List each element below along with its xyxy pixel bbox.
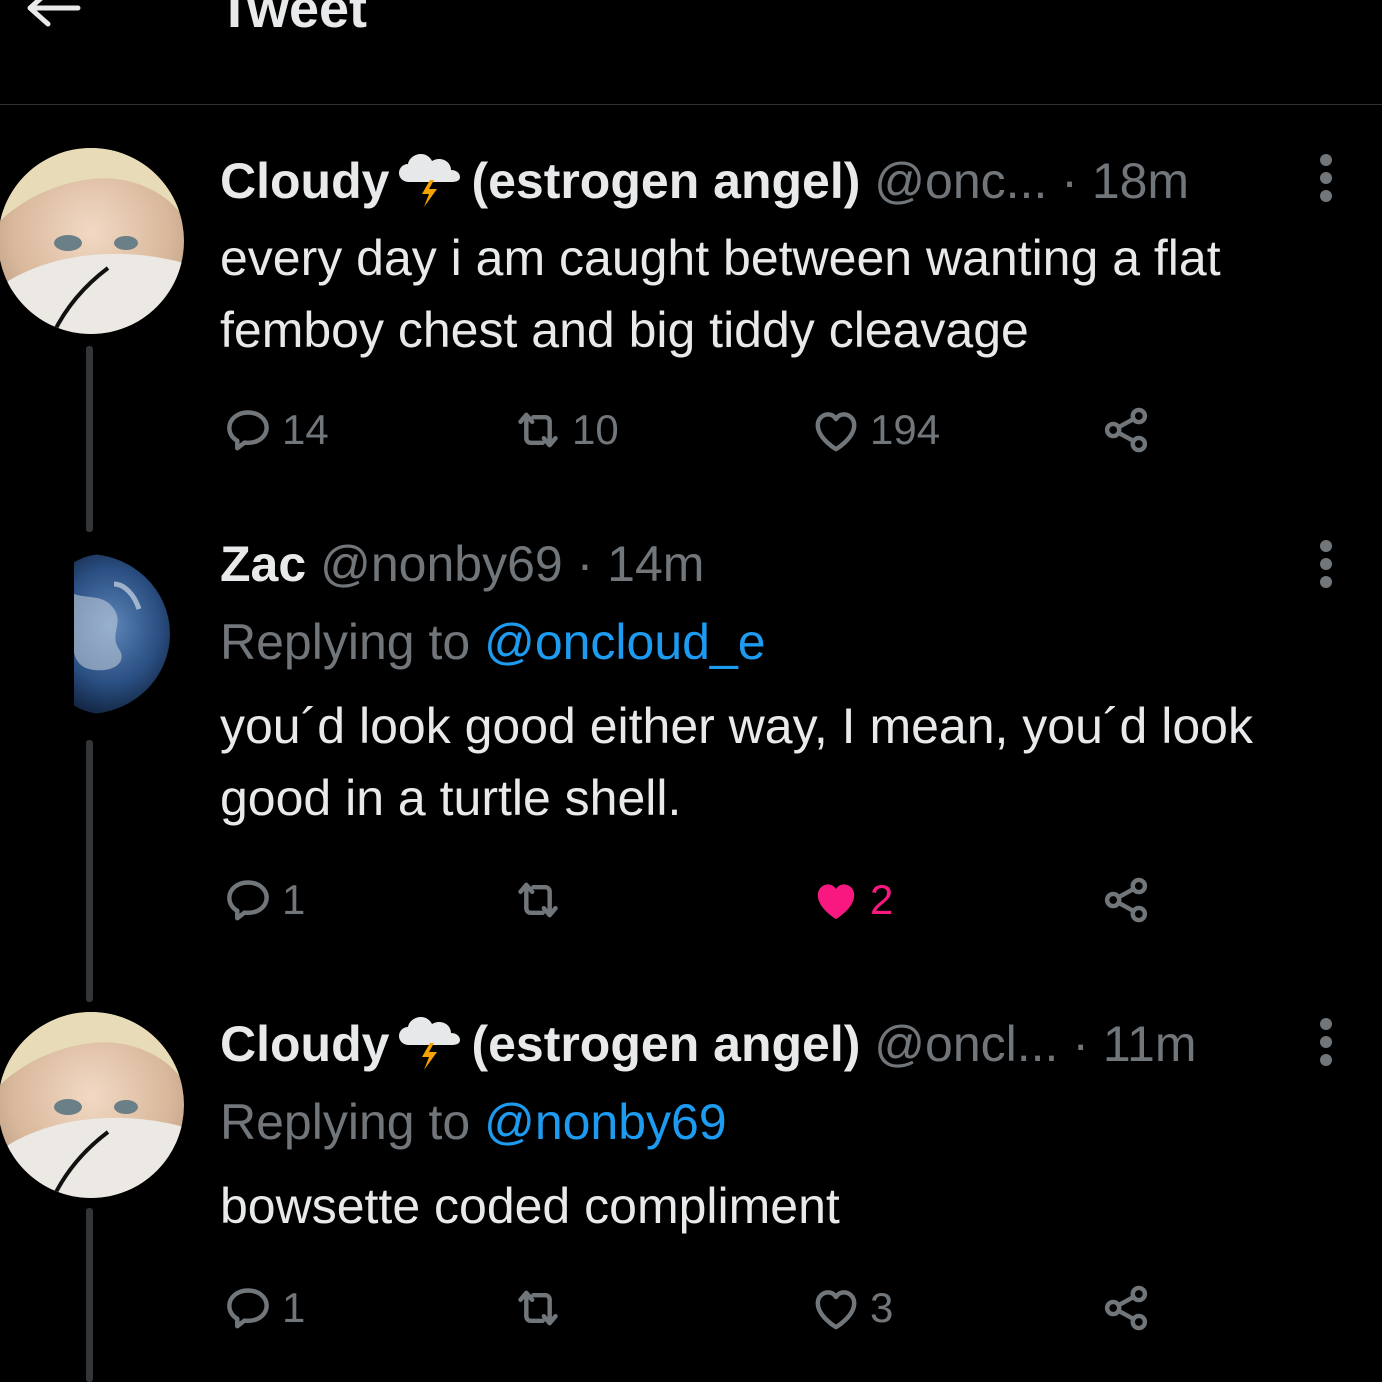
like-count: 2 bbox=[870, 876, 894, 923]
more-vertical-icon[interactable] bbox=[1314, 152, 1338, 204]
tweet-meta: Zac @nonby69 · 14m bbox=[220, 534, 704, 594]
like-button[interactable]: 2 bbox=[808, 870, 893, 930]
tweet-meta: Cloudy (estrogen angel) @oncl... · 11m bbox=[220, 1014, 1196, 1074]
separator-dot: · bbox=[1072, 1016, 1090, 1072]
more-vertical-icon[interactable] bbox=[1314, 1016, 1338, 1068]
retweet-icon bbox=[510, 872, 566, 928]
retweet-icon bbox=[510, 1280, 566, 1336]
reply-button[interactable]: 1 bbox=[220, 1278, 305, 1338]
share-button[interactable] bbox=[1098, 870, 1154, 930]
like-count: 194 bbox=[870, 406, 941, 453]
storm-cloud-emoji-icon bbox=[395, 1015, 465, 1071]
display-name-suffix[interactable]: (estrogen angel) bbox=[471, 1016, 860, 1072]
user-handle[interactable]: @onc... bbox=[874, 153, 1047, 209]
reply-icon bbox=[220, 402, 276, 458]
retweet-icon bbox=[510, 402, 566, 458]
like-button[interactable]: 3 bbox=[808, 1278, 893, 1338]
replying-label: Replying to bbox=[220, 614, 471, 670]
reply-button[interactable]: 14 bbox=[220, 400, 329, 460]
share-button[interactable] bbox=[1098, 1278, 1154, 1338]
display-name[interactable]: Cloudy bbox=[220, 1016, 389, 1072]
retweet-count: 10 bbox=[572, 406, 619, 453]
action-bar: 1 3 bbox=[220, 1278, 1360, 1338]
action-bar: 14 10 194 bbox=[220, 400, 1360, 460]
tweet-text: you´d look good either way, I mean, you´… bbox=[220, 698, 1253, 826]
avatar-cloudy[interactable] bbox=[0, 1012, 184, 1198]
replying-label: Replying to bbox=[220, 1094, 471, 1150]
replying-to: Replying to @oncloud_e bbox=[220, 612, 766, 672]
back-arrow-icon[interactable] bbox=[22, 0, 82, 36]
top-bar: Tweet bbox=[0, 0, 1382, 105]
thread-line bbox=[86, 346, 93, 532]
like-button[interactable]: 194 bbox=[808, 400, 940, 460]
retweet-button[interactable] bbox=[510, 1278, 572, 1338]
heart-icon bbox=[808, 402, 864, 458]
display-name[interactable]: Cloudy bbox=[220, 153, 389, 209]
tweet-text: bowsette coded compliment bbox=[220, 1178, 840, 1234]
share-button[interactable] bbox=[1098, 400, 1154, 460]
retweet-button[interactable] bbox=[510, 870, 572, 930]
heart-icon bbox=[808, 1280, 864, 1336]
user-handle[interactable]: @nonby69 bbox=[320, 536, 563, 592]
share-icon bbox=[1098, 1280, 1154, 1336]
thread-line bbox=[86, 1208, 93, 1382]
display-name-suffix[interactable]: (estrogen angel) bbox=[471, 153, 860, 209]
more-vertical-icon[interactable] bbox=[1314, 538, 1338, 590]
share-icon bbox=[1098, 402, 1154, 458]
avatar-zac[interactable] bbox=[4, 554, 170, 714]
reply-icon bbox=[220, 1280, 276, 1336]
timestamp[interactable]: 14m bbox=[607, 536, 704, 592]
avatar-cloudy[interactable] bbox=[0, 148, 184, 334]
reply-icon bbox=[220, 872, 276, 928]
timestamp[interactable]: 18m bbox=[1092, 153, 1189, 209]
retweet-button[interactable]: 10 bbox=[510, 400, 619, 460]
thread-line bbox=[86, 740, 93, 1002]
reply-count: 1 bbox=[282, 1284, 306, 1331]
action-bar: 1 2 bbox=[220, 870, 1360, 930]
display-name[interactable]: Zac bbox=[220, 536, 306, 592]
storm-cloud-emoji-icon bbox=[395, 152, 465, 208]
separator-dot: · bbox=[1061, 153, 1078, 209]
reply-count: 14 bbox=[282, 406, 329, 453]
tweet-meta: Cloudy (estrogen angel) @onc... · 18m bbox=[220, 151, 1189, 211]
like-count: 3 bbox=[870, 1284, 894, 1331]
timestamp[interactable]: 11m bbox=[1103, 1016, 1197, 1072]
reply-count: 1 bbox=[282, 876, 306, 923]
mention-link[interactable]: @nonby69 bbox=[484, 1094, 727, 1150]
separator-dot: · bbox=[576, 536, 594, 592]
share-icon bbox=[1098, 872, 1154, 928]
user-handle[interactable]: @oncl... bbox=[874, 1016, 1058, 1072]
replying-to: Replying to @nonby69 bbox=[220, 1092, 727, 1152]
mention-link[interactable]: @oncloud_e bbox=[484, 614, 766, 670]
page-title: Tweet bbox=[218, 0, 368, 39]
heart-icon bbox=[808, 872, 864, 928]
reply-button[interactable]: 1 bbox=[220, 870, 305, 930]
tweet-text: every day i am caught between wanting a … bbox=[220, 230, 1221, 358]
